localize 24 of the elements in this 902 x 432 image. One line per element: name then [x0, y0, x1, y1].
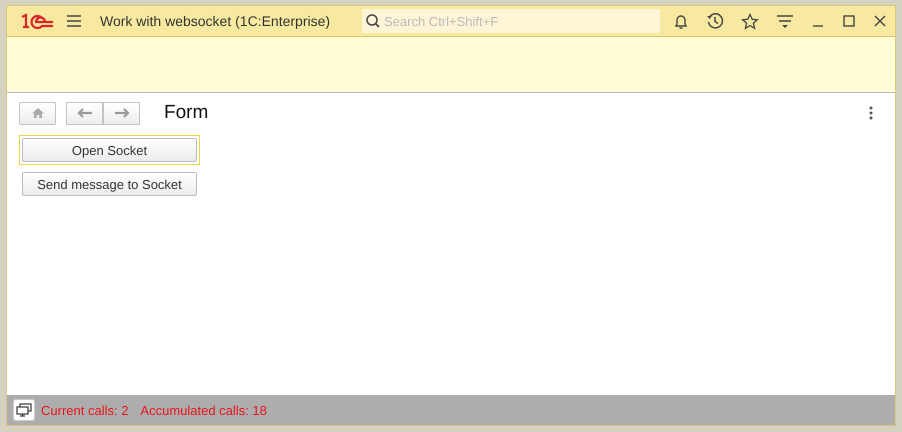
forward-button[interactable] — [103, 102, 140, 124]
star-icon[interactable] — [741, 12, 759, 30]
logo-icon — [20, 13, 54, 29]
history-icon[interactable] — [706, 12, 724, 30]
search-input[interactable]: Search Ctrl+Shift+F — [381, 14, 654, 28]
right-arrow-icon — [114, 108, 130, 118]
home-icon — [30, 107, 44, 119]
search-field[interactable]: Search Ctrl+Shift+F — [362, 9, 660, 33]
form-title: Form — [164, 102, 208, 124]
close-icon[interactable] — [873, 14, 887, 28]
status-text: Accumulated calls: 18 — [140, 402, 267, 418]
menu-icon[interactable] — [66, 14, 82, 28]
monitor-button[interactable] — [13, 399, 35, 421]
status-text: Current calls: 2 — [41, 402, 128, 418]
form-button[interactable]: Send message to Socket — [19, 169, 200, 199]
search-icon[interactable] — [365, 13, 381, 29]
window-title: Work with websocket (1C:Enterprise) — [100, 13, 332, 29]
filter-icon[interactable] — [776, 12, 794, 30]
back-button[interactable] — [66, 102, 103, 124]
more-icon[interactable] — [869, 106, 873, 120]
bell-icon[interactable] — [673, 12, 689, 30]
form-button[interactable]: Open Socket — [19, 135, 200, 165]
left-arrow-icon — [76, 108, 92, 118]
maximize-icon[interactable] — [842, 14, 856, 28]
